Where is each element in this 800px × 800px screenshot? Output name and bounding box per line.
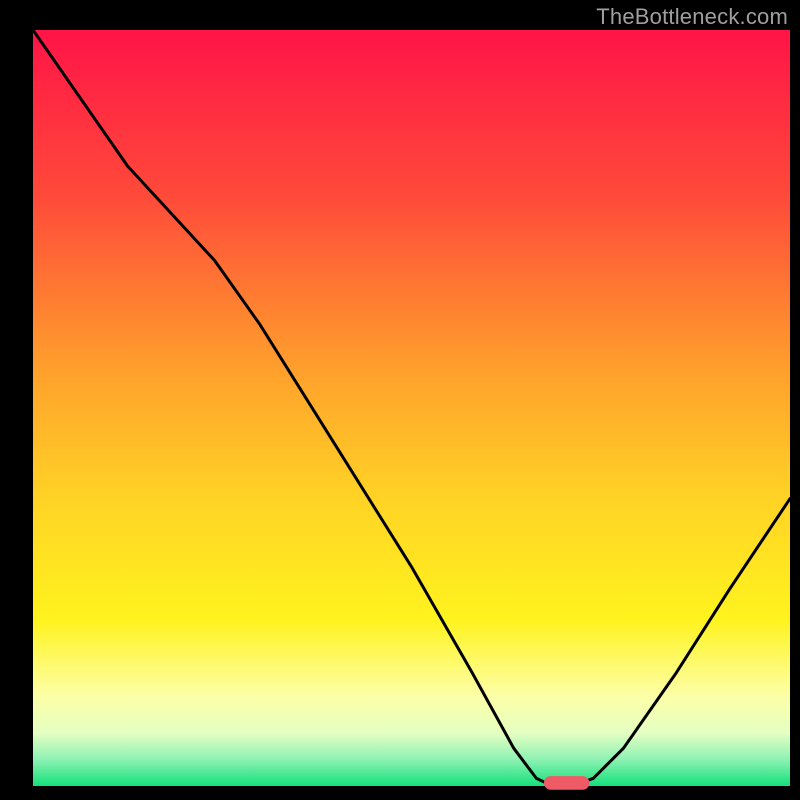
optimum-marker [544, 776, 589, 790]
watermark-label: TheBottleneck.com [596, 4, 788, 30]
chart-canvas [0, 0, 800, 800]
